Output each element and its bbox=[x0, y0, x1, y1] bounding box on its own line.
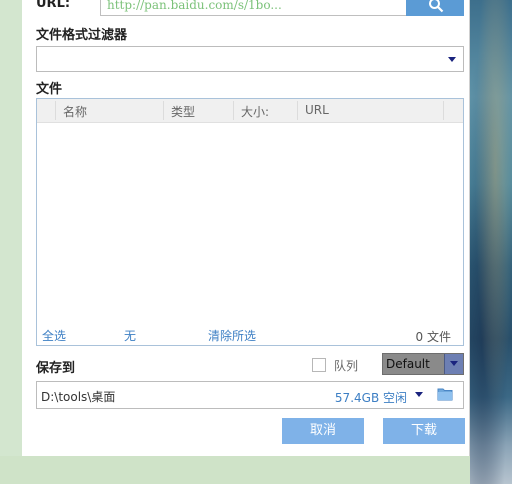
file-list-body[interactable] bbox=[37, 123, 463, 319]
search-icon bbox=[429, 0, 444, 13]
file-format-filter-select[interactable] bbox=[36, 46, 464, 72]
chevron-down-icon bbox=[450, 361, 458, 366]
background-window bbox=[0, 0, 22, 484]
clear-selected-link[interactable]: 清除所选 bbox=[208, 327, 256, 344]
chevron-down-icon bbox=[448, 57, 456, 62]
queue-checkbox[interactable] bbox=[312, 358, 326, 372]
download-button[interactable]: 下载 bbox=[383, 418, 465, 444]
save-path-value: D:\tools\桌面 bbox=[41, 390, 116, 404]
column-divider bbox=[297, 101, 298, 120]
desktop-wallpaper bbox=[470, 0, 512, 484]
column-divider bbox=[163, 101, 164, 120]
chevron-down-icon[interactable] bbox=[415, 392, 423, 397]
select-all-link[interactable]: 全选 bbox=[42, 327, 66, 344]
column-divider bbox=[233, 101, 234, 120]
column-url[interactable]: URL bbox=[305, 103, 329, 117]
url-label: URL: bbox=[36, 0, 71, 11]
search-button[interactable] bbox=[406, 0, 464, 16]
select-none-link[interactable]: 无 bbox=[124, 327, 136, 344]
queue-select-value: Default bbox=[386, 357, 430, 371]
column-size[interactable]: 大小: bbox=[241, 103, 269, 120]
column-divider bbox=[443, 101, 444, 120]
file-list[interactable]: 名称 类型 大小: URL 全选 无 清除所选 0 文件 bbox=[36, 98, 464, 346]
column-divider bbox=[55, 101, 56, 120]
queue-label: 队列 bbox=[334, 359, 359, 373]
folder-icon[interactable] bbox=[437, 387, 453, 401]
column-type[interactable]: 类型 bbox=[171, 103, 195, 120]
column-name[interactable]: 名称 bbox=[63, 103, 87, 120]
download-dialog: URL: http://pan.baidu.com/s/1bo... 文件格式过… bbox=[22, 0, 470, 456]
background-strip bbox=[0, 456, 512, 484]
queue-select-dropdown-button[interactable] bbox=[444, 354, 463, 374]
save-path-field[interactable]: D:\tools\桌面 57.4GB 空闲 bbox=[36, 381, 464, 409]
url-input[interactable]: http://pan.baidu.com/s/1bo... bbox=[100, 0, 408, 16]
file-count: 0 文件 bbox=[415, 330, 451, 344]
queue-select[interactable]: Default bbox=[382, 353, 464, 375]
filter-title: 文件格式过滤器 bbox=[36, 28, 128, 43]
save-to-title: 保存到 bbox=[36, 361, 76, 376]
files-title: 文件 bbox=[36, 82, 63, 97]
free-space-label: 57.4GB 空闲 bbox=[334, 391, 407, 405]
file-list-header: 名称 类型 大小: URL bbox=[37, 99, 463, 123]
file-list-footer: 全选 无 清除所选 0 文件 bbox=[37, 325, 463, 345]
cancel-button[interactable]: 取消 bbox=[282, 418, 364, 444]
